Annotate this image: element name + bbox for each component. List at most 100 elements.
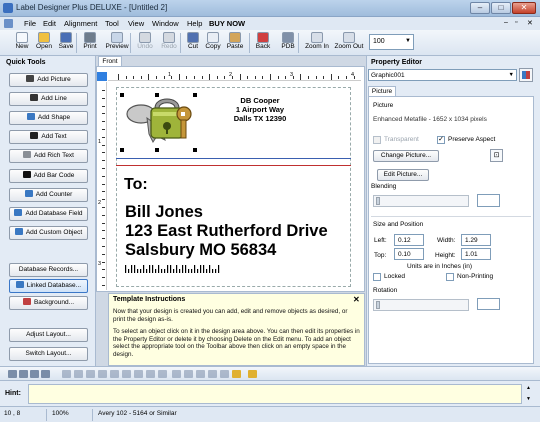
add-rich-text-button[interactable]: Add Rich Text <box>9 149 88 163</box>
blending-slider[interactable] <box>373 195 469 207</box>
add-line-button[interactable]: Add Line <box>9 92 88 106</box>
zoom-select[interactable]: 100 ▼ <box>369 34 414 50</box>
switch-layout-button[interactable]: Switch Layout... <box>9 347 88 361</box>
nonprinting-checkbox[interactable] <box>446 273 454 281</box>
mdi-restore-button[interactable]: ▫ <box>515 19 517 26</box>
width-field[interactable]: 1.29 <box>461 234 491 246</box>
align-tool-icon[interactable] <box>220 370 229 378</box>
menu-view[interactable]: View <box>128 19 144 28</box>
height-field[interactable]: 1.01 <box>461 248 491 260</box>
align-tool-icon[interactable] <box>146 370 155 378</box>
title-bar: Label Designer Plus DELUXE - [Untitled 2… <box>0 0 540 17</box>
align-tool-icon[interactable] <box>41 370 50 378</box>
align-tool-icon[interactable] <box>232 370 241 378</box>
divider-line-red[interactable] <box>116 165 351 166</box>
recipient-street[interactable]: 123 East Rutherford Drive <box>125 222 328 241</box>
barcode-icon <box>22 171 31 178</box>
add-custom-object-button[interactable]: Add Custom Object <box>9 226 88 240</box>
barcode-bar <box>158 265 160 273</box>
preserve-aspect-label: Preserve Aspect <box>448 136 496 143</box>
toolbar-separator <box>249 33 250 53</box>
minimize-button[interactable]: – <box>470 2 490 14</box>
align-tool-icon[interactable] <box>98 370 107 378</box>
ruler-tick <box>346 76 347 79</box>
preserve-aspect-checkbox[interactable]: ✓ <box>437 136 445 144</box>
align-tool-icon[interactable] <box>196 370 205 378</box>
menu-window[interactable]: Window <box>152 19 179 28</box>
recipient-name[interactable]: Bill Jones <box>125 203 203 222</box>
ruler-tick <box>102 90 105 91</box>
align-tool-icon[interactable] <box>172 370 181 378</box>
picture-fit-icon[interactable]: ⊡ <box>490 149 503 162</box>
align-tool-icon[interactable] <box>208 370 217 378</box>
align-tool-icon[interactable] <box>110 370 119 378</box>
blending-label: Blending <box>371 183 397 190</box>
mdi-minimize-button[interactable]: – <box>504 19 508 26</box>
return-address[interactable]: DB Cooper 1 Airport Way Dalls TX 12390 <box>215 96 305 123</box>
top-field[interactable]: 0.10 <box>394 248 424 260</box>
left-field[interactable]: 0.12 <box>394 234 424 246</box>
ruler-tick <box>163 76 165 79</box>
recipient-city[interactable]: Salsbury MO 56834 <box>125 241 276 260</box>
object-properties-button[interactable] <box>519 68 533 82</box>
ruler-number: 1 <box>168 72 172 78</box>
menu-help[interactable]: Help <box>187 19 202 28</box>
menu-alignment[interactable]: Alignment <box>64 19 97 28</box>
redo-button[interactable]: Redo <box>158 31 180 55</box>
blending-color-swatch[interactable] <box>477 194 500 207</box>
pdb-button[interactable]: PDB <box>278 31 298 55</box>
adjust-layout-button[interactable]: Adjust Layout... <box>9 328 88 342</box>
locked-checkbox[interactable] <box>373 273 381 281</box>
align-tool-icon[interactable] <box>19 370 28 378</box>
add-database-field-button[interactable]: Add Database Field <box>9 207 88 221</box>
postal-barcode[interactable] <box>125 265 221 273</box>
object-select[interactable]: Graphic001 ▼ <box>368 69 517 81</box>
align-tool-icon[interactable] <box>86 370 95 378</box>
align-tool-icon[interactable] <box>30 370 39 378</box>
paste-button[interactable]: Paste <box>224 31 246 55</box>
scroll-up-icon[interactable]: ▲ <box>526 385 531 391</box>
linked-database-button[interactable]: Linked Database... <box>9 279 88 293</box>
barcode-bar <box>125 265 127 273</box>
shape-icon <box>26 113 35 120</box>
align-tool-icon[interactable] <box>8 370 17 378</box>
align-tool-icon[interactable] <box>134 370 143 378</box>
align-tool-icon[interactable] <box>122 370 131 378</box>
align-tool-icon[interactable] <box>62 370 71 378</box>
maximize-button[interactable]: □ <box>491 2 511 14</box>
rotation-field[interactable] <box>477 298 500 310</box>
to-label[interactable]: To: <box>124 176 148 194</box>
add-picture-button[interactable]: Add Picture <box>9 73 88 87</box>
close-icon[interactable]: ✕ <box>353 295 360 304</box>
menu-edit[interactable]: Edit <box>43 19 56 28</box>
mdi-close-button[interactable]: ✕ <box>527 19 533 27</box>
add-counter-button[interactable]: Add Counter <box>9 188 88 202</box>
rotation-slider[interactable] <box>373 299 469 311</box>
close-button[interactable]: ✕ <box>512 2 536 14</box>
align-tool-icon[interactable] <box>74 370 83 378</box>
add-bar-code-button[interactable]: Add Bar Code <box>9 169 88 183</box>
back-button[interactable]: Back <box>252 31 274 55</box>
units-note: Units are in Inches (in) <box>407 263 473 270</box>
divider-line-blue[interactable] <box>116 158 351 159</box>
database-records-button[interactable]: Database Records... <box>9 263 88 277</box>
horizontal-ruler: 1 2 3 4 <box>108 71 361 81</box>
preview-button[interactable]: Preview <box>103 31 131 55</box>
zoom-out-button[interactable]: Zoom Out <box>333 31 365 55</box>
align-tool-icon[interactable] <box>158 370 167 378</box>
scroll-down-icon[interactable]: ▼ <box>526 396 531 402</box>
align-tool-icon[interactable] <box>248 370 257 378</box>
save-button[interactable]: Save <box>56 31 76 55</box>
menu-tool[interactable]: Tool <box>105 19 119 28</box>
add-text-button[interactable]: Add Text <box>9 130 88 144</box>
add-shape-button[interactable]: Add Shape <box>9 111 88 125</box>
transparent-checkbox[interactable] <box>373 136 381 144</box>
change-picture-button[interactable]: Change Picture... <box>373 150 439 162</box>
menu-file[interactable]: File <box>24 19 36 28</box>
lock-key-graphic[interactable] <box>117 90 202 156</box>
line-icon <box>30 94 39 101</box>
menu-buy-now[interactable]: BUY NOW <box>209 19 245 28</box>
align-tool-icon[interactable] <box>184 370 193 378</box>
edit-picture-button[interactable]: Edit Picture... <box>377 169 429 181</box>
background-button[interactable]: Background... <box>9 296 88 310</box>
